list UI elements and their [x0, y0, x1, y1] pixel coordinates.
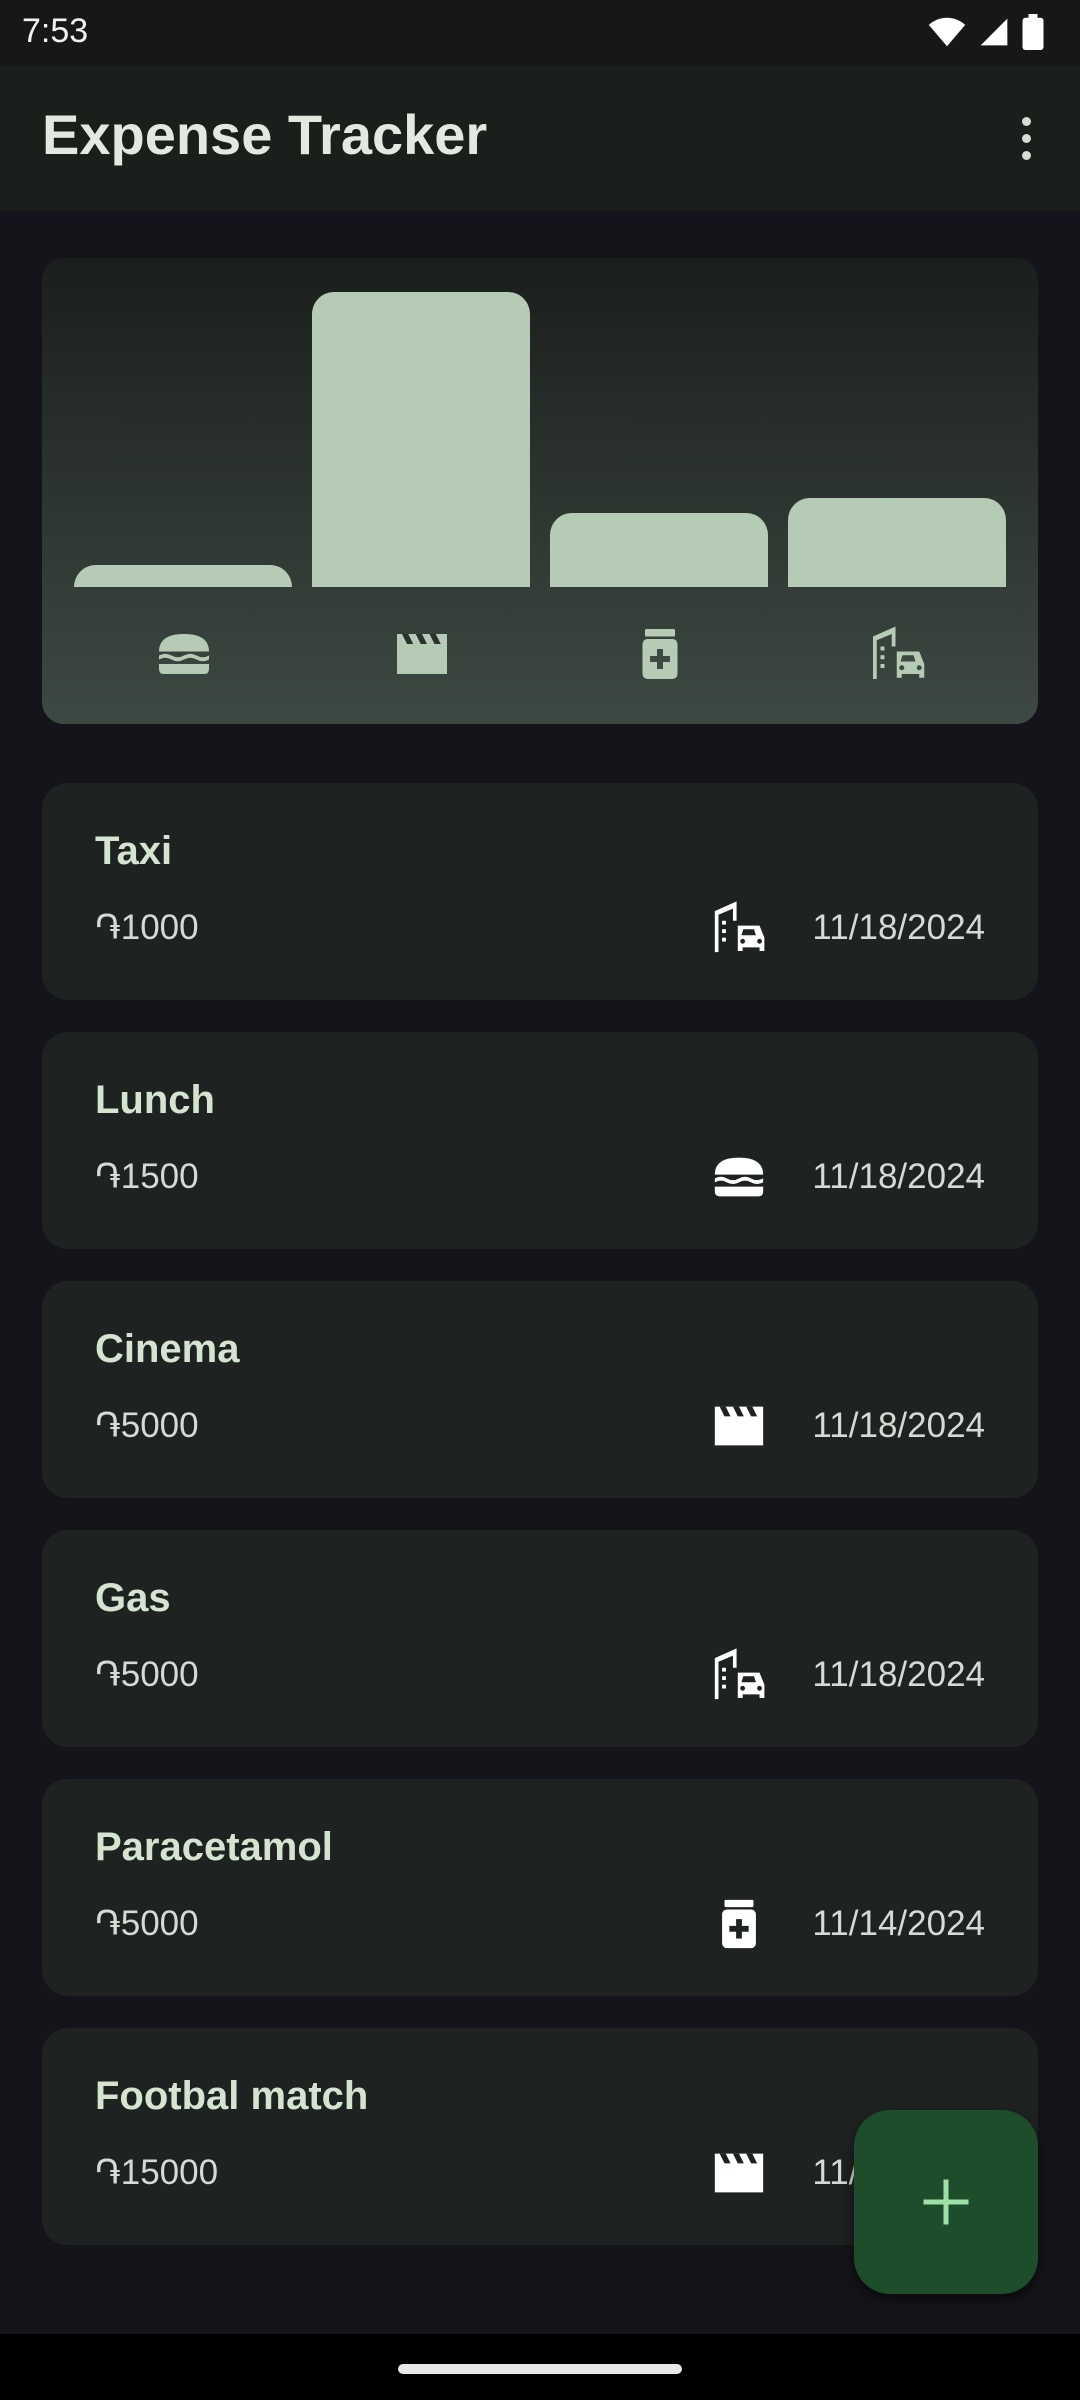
expense-date: 11/14/2024: [812, 1904, 985, 1943]
expense-card[interactable]: Paracetamol ֏5000 11/14/2024: [42, 1779, 1038, 1996]
emoji-transportation-icon: [710, 899, 768, 957]
expense-amount: ֏1000: [95, 908, 199, 947]
expense-amount: ֏5000: [95, 1406, 199, 1445]
medication-icon: [630, 624, 690, 684]
movie-icon: [710, 2144, 768, 2202]
status-bar: 7:53: [0, 0, 1080, 66]
movie-icon: [710, 1397, 768, 1455]
expense-card[interactable]: Gas ֏5000 11/18/2024: [42, 1530, 1038, 1747]
expense-amount: ֏1500: [95, 1157, 199, 1196]
more-vert-dot: [1021, 150, 1031, 160]
expense-chart: [42, 258, 1038, 724]
expense-date: 11/18/2024: [812, 908, 985, 947]
expense-card[interactable]: Lunch ֏1500 11/18/2024: [42, 1032, 1038, 1249]
expense-title: Taxi: [95, 829, 173, 873]
add-expense-button[interactable]: [854, 2110, 1038, 2294]
medication-icon: [710, 1895, 768, 1953]
fastfood-icon: [154, 624, 214, 684]
wifi-icon: [928, 17, 966, 47]
fastfood-icon: [710, 1148, 768, 1206]
add-icon: [923, 2179, 969, 2225]
emoji-transportation-icon: [868, 624, 928, 684]
app-title: Expense Tracker: [42, 103, 488, 166]
movie-icon: [392, 624, 452, 684]
expense-title: Paracetamol: [95, 1825, 333, 1869]
expense-amount: ֏15000: [95, 2153, 219, 2192]
chart-bar-transport: [788, 498, 1006, 587]
expense-title: Lunch: [95, 1078, 215, 1122]
home-indicator[interactable]: [398, 2364, 682, 2374]
expense-date: 11/18/2024: [812, 1406, 985, 1445]
app-bar: Expense Tracker: [0, 66, 1080, 210]
status-time: 7:53: [22, 12, 89, 50]
emoji-transportation-icon: [710, 1646, 768, 1704]
more-vert-dot: [1021, 133, 1031, 143]
battery-icon: [1022, 14, 1044, 50]
status-icons: [928, 12, 1044, 52]
chart-bar-food: [74, 565, 292, 587]
navigation-bar: [0, 2334, 1080, 2400]
more-vert-icon: [1021, 116, 1031, 126]
expense-date: 11/18/2024: [812, 1655, 985, 1694]
expense-title: Footbal match: [95, 2074, 369, 2118]
expense-card[interactable]: Cinema ֏5000 11/18/2024: [42, 1281, 1038, 1498]
chart-bar-health: [550, 513, 768, 587]
expense-amount: ֏5000: [95, 1904, 199, 1943]
expense-card[interactable]: Taxi ֏1000 11/18/2024: [42, 783, 1038, 1000]
expense-title: Gas: [95, 1576, 171, 1620]
more-options-button[interactable]: [994, 106, 1058, 170]
expense-date: 11/18/2024: [812, 1157, 985, 1196]
chart-bar-entertainment: [312, 292, 530, 587]
expense-amount: ֏5000: [95, 1655, 199, 1694]
expense-title: Cinema: [95, 1327, 240, 1371]
signal-icon: [980, 18, 1008, 46]
